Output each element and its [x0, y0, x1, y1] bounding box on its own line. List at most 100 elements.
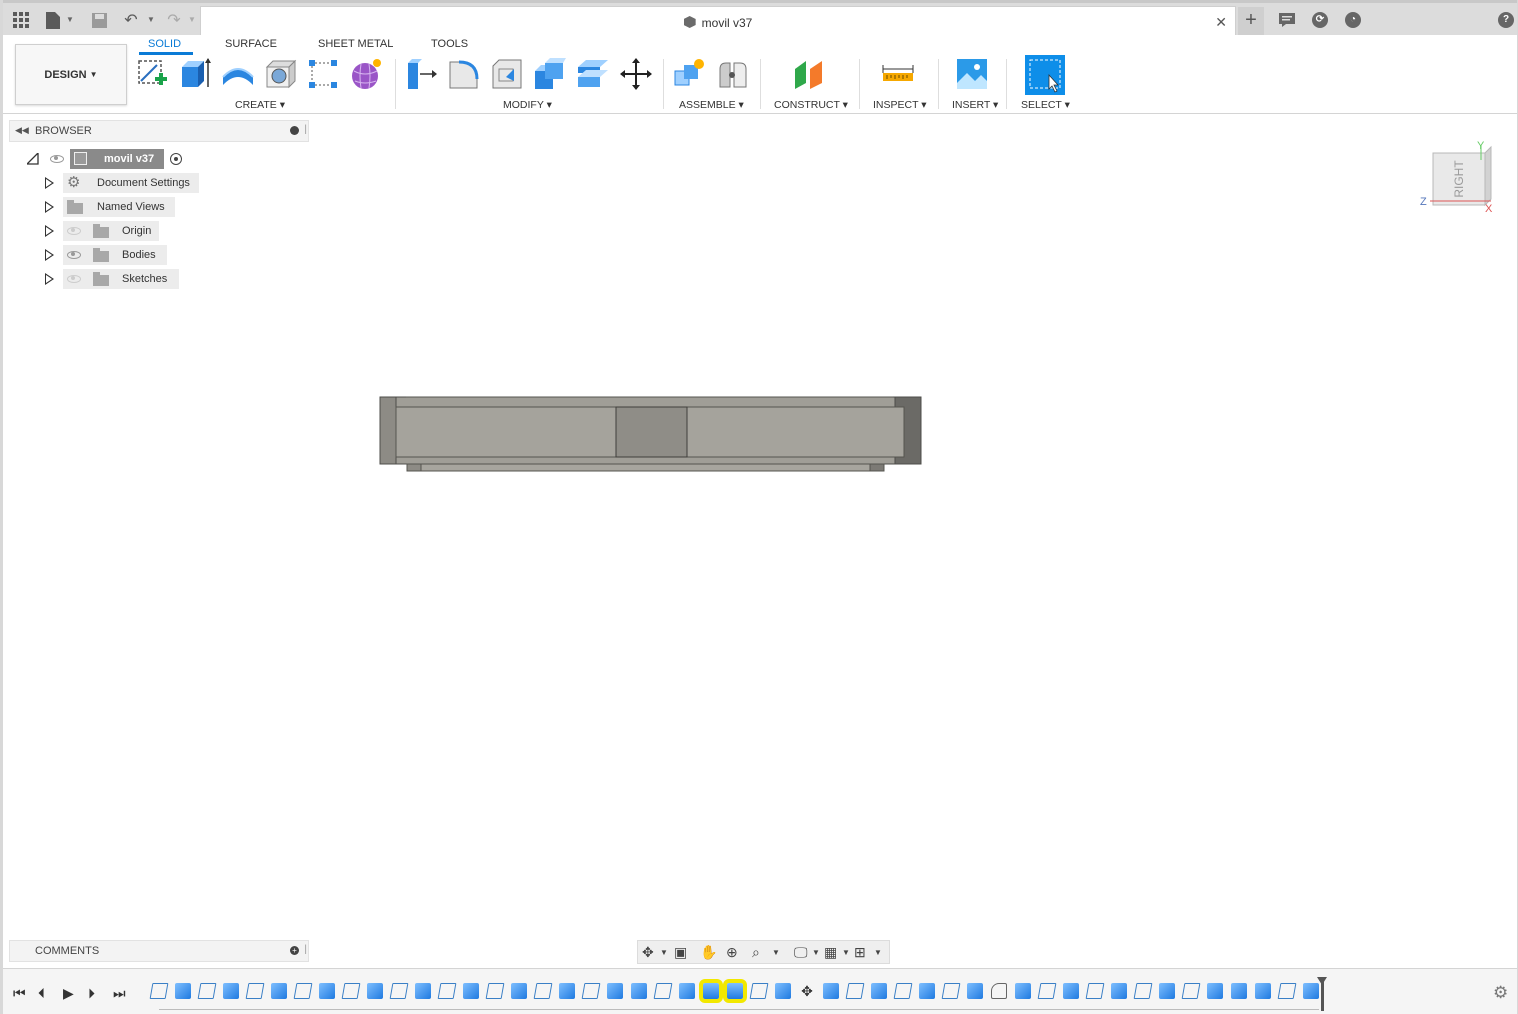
browser-item-document-settings[interactable]: ⚙ Document Settings [43, 173, 203, 193]
timeline-sketch-icon[interactable] [1181, 983, 1201, 999]
timeline-extrude-icon[interactable] [1159, 983, 1175, 999]
display-caret-icon[interactable]: ▼ [812, 948, 820, 957]
browser-item-origin[interactable]: Origin [43, 221, 163, 241]
chamfer-icon[interactable] [490, 57, 524, 91]
go-to-end-icon[interactable]: ⏭ [113, 985, 126, 1002]
timeline-extrude-icon[interactable] [463, 983, 479, 999]
activate-component-icon[interactable] [170, 153, 182, 165]
eye-hidden-icon[interactable] [67, 227, 81, 235]
timeline-extrude-icon[interactable] [775, 983, 791, 999]
measure-icon[interactable] [881, 57, 915, 91]
view-cube[interactable]: RIGHT Y Z X [1420, 140, 1493, 215]
timeline-extrude-icon[interactable] [415, 983, 431, 999]
expand-triangle-icon[interactable] [45, 201, 54, 213]
create-form-icon[interactable] [349, 57, 383, 91]
timeline-sketch-icon[interactable] [149, 983, 169, 999]
eye-visibility-icon[interactable] [67, 251, 81, 259]
play-icon[interactable]: ▶ [63, 985, 74, 1002]
create-sketch-icon[interactable] [135, 57, 169, 91]
insert-image-icon[interactable] [955, 57, 989, 91]
model-body[interactable] [379, 396, 922, 472]
zoom-caret-icon[interactable]: ▼ [772, 948, 780, 957]
tab-solid[interactable]: SOLID [148, 38, 181, 50]
expand-triangle-icon[interactable] [45, 225, 54, 237]
extrude-icon[interactable] [178, 57, 212, 91]
eye-hidden-icon[interactable] [67, 275, 81, 283]
timeline-sketch-icon[interactable] [1085, 983, 1105, 999]
fit-zoom-icon[interactable]: ⌕ [752, 944, 760, 961]
fillet-icon[interactable] [447, 57, 481, 91]
viewports-icon[interactable]: ⊞ [854, 944, 866, 961]
revolve-icon[interactable] [221, 57, 255, 91]
browser-pin-icon[interactable]: | [304, 124, 307, 135]
timeline-extrude-icon[interactable] [223, 983, 239, 999]
timeline-extrude-icon[interactable] [1111, 983, 1127, 999]
timeline-sketch-icon[interactable] [749, 983, 769, 999]
modify-menu[interactable]: MODIFY ▾ [503, 99, 552, 111]
pattern-icon[interactable] [306, 57, 340, 91]
timeline-marker[interactable] [1317, 977, 1327, 1011]
comments-panel-header[interactable]: COMMENTS + | [9, 940, 309, 962]
timeline-sketch-icon[interactable] [437, 983, 457, 999]
browser-item-named-views[interactable]: Named Views [43, 197, 183, 217]
timeline-extrude-icon[interactable] [1207, 983, 1223, 999]
look-at-icon[interactable]: ▣ [674, 944, 687, 961]
comments-pin-icon[interactable]: | [304, 944, 307, 955]
timeline-sketch-icon[interactable] [941, 983, 961, 999]
display-settings-icon[interactable]: 🖵 [794, 944, 808, 961]
select-menu[interactable]: SELECT ▾ [1021, 99, 1070, 111]
grid-snaps-icon[interactable]: ▦ [824, 944, 837, 961]
add-comment-icon[interactable]: + [290, 946, 299, 955]
workspace-switcher-button[interactable]: DESIGN ▼ [15, 44, 127, 105]
timeline-sketch-icon[interactable] [533, 983, 553, 999]
inspect-menu[interactable]: INSPECT ▾ [873, 99, 927, 111]
apps-grid-icon[interactable] [11, 10, 31, 30]
select-tool-icon[interactable] [1025, 55, 1065, 95]
press-pull-icon[interactable] [404, 57, 438, 91]
browser-minimize-icon[interactable] [290, 126, 299, 135]
expand-triangle-icon[interactable] [45, 273, 54, 285]
model-canvas[interactable]: RIGHT Y Z X [3, 115, 1517, 967]
timeline-extrude-icon[interactable] [1255, 983, 1271, 999]
undo-caret-icon[interactable]: ▼ [147, 15, 155, 24]
help-icon[interactable]: ? [1498, 12, 1514, 28]
expand-triangle-icon[interactable] [45, 177, 54, 189]
timeline-sketch-icon[interactable] [893, 983, 913, 999]
step-forward-icon[interactable]: ⏵ [88, 985, 95, 1002]
timeline-fillet-icon[interactable] [991, 983, 1007, 999]
construct-menu[interactable]: CONSTRUCT ▾ [774, 99, 848, 111]
tab-sheet-metal[interactable]: SHEET METAL [318, 38, 393, 50]
timeline-extrude-icon[interactable] [1015, 983, 1031, 999]
redo-caret-icon[interactable]: ▼ [188, 15, 196, 24]
timeline-extrude-icon[interactable] [919, 983, 935, 999]
timeline-extrude-icon[interactable] [607, 983, 623, 999]
redo-icon[interactable]: ↷ [164, 10, 184, 30]
timeline-extrude-icon[interactable] [559, 983, 575, 999]
timeline-sketch-icon[interactable] [1277, 983, 1297, 999]
undo-icon[interactable]: ↶ [121, 10, 141, 30]
zoom-icon[interactable]: ⊕ [726, 944, 738, 961]
expand-triangle-icon[interactable] [45, 249, 54, 261]
insert-menu[interactable]: INSERT ▾ [952, 99, 998, 111]
timeline-move-icon[interactable]: ✥ [799, 983, 815, 999]
save-icon[interactable] [89, 10, 109, 30]
timeline-extrude-icon[interactable] [823, 983, 839, 999]
timeline-extrude-icon[interactable] [1231, 983, 1247, 999]
browser-item-bodies[interactable]: Bodies [43, 245, 173, 265]
grid-caret-icon[interactable]: ▼ [842, 948, 850, 957]
file-icon[interactable] [43, 10, 63, 30]
hole-icon[interactable] [264, 57, 298, 91]
tab-tools[interactable]: TOOLS [431, 38, 468, 50]
new-component-icon[interactable] [672, 57, 706, 91]
timeline-extrude-icon[interactable] [511, 983, 527, 999]
orbit-icon[interactable]: ✥ [642, 944, 654, 961]
go-to-start-icon[interactable]: ⏮ [13, 985, 26, 1002]
move-copy-icon[interactable] [619, 57, 653, 91]
timeline-selected-feature-icon[interactable] [699, 979, 723, 1003]
3d-viewport[interactable]: RIGHT Y Z X [3, 115, 1517, 967]
timeline-extrude-icon[interactable] [271, 983, 287, 999]
timeline-sketch-icon[interactable] [341, 983, 361, 999]
collapse-browser-icon[interactable]: ◀◀ [15, 125, 29, 136]
timeline-sketch-icon[interactable] [845, 983, 865, 999]
browser-panel-header[interactable]: ◀◀ BROWSER | [9, 120, 309, 142]
